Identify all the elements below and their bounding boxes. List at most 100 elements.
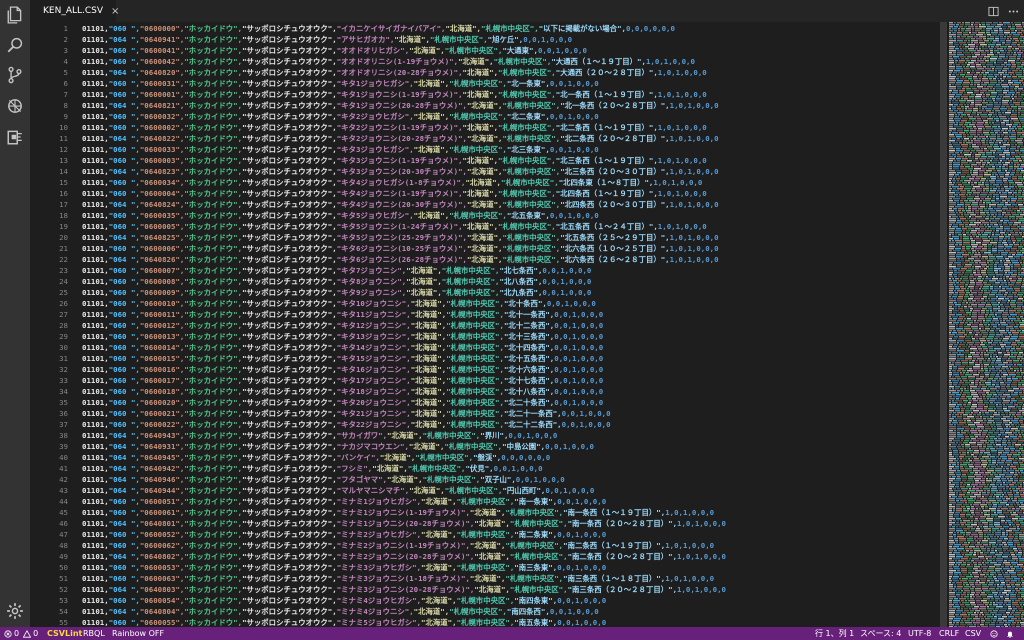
minimap-stroke: [1009, 414, 1011, 416]
csv-field: "キタ14ジョウニシ",: [336, 343, 411, 352]
minimap-stroke: [989, 172, 991, 174]
csv-field: "ホッカイドウ",: [184, 299, 243, 308]
csv-field: 0,0,1,0,0,0: [557, 530, 607, 539]
minimap-stroke: [1006, 78, 1012, 80]
minimap-stroke: [976, 418, 982, 420]
minimap-stroke: [979, 578, 986, 580]
minimap-stroke: [1016, 554, 1022, 556]
minimap-stroke: [984, 150, 989, 152]
minimap-stroke: [987, 138, 989, 140]
csv-field: 01101,: [82, 156, 109, 165]
minimap-stroke: [1016, 92, 1020, 94]
minimap-stroke: [955, 364, 961, 366]
minimap-stroke: [959, 526, 966, 528]
minimap-stroke: [966, 270, 972, 272]
minimap-stroke: [949, 280, 952, 282]
minimap-stroke: [1008, 62, 1010, 64]
source-control-icon[interactable]: [4, 64, 26, 86]
minimap-stroke: [949, 94, 955, 96]
minimap-stroke: [1002, 286, 1009, 288]
minimap-stroke: [965, 156, 967, 158]
minimap-stroke: [954, 22, 956, 24]
minimap-stroke: [988, 156, 995, 158]
minimap-stroke: [997, 350, 1000, 352]
minimap-stroke: [982, 494, 989, 496]
minimap[interactable]: [940, 22, 1024, 627]
minimap-stroke: [969, 278, 972, 280]
minimap-stroke: [969, 470, 972, 472]
csv-field: "札幌市中央区",: [501, 178, 559, 187]
minimap-stroke: [971, 392, 977, 394]
minimap-stroke: [952, 380, 959, 382]
debug-icon[interactable]: [4, 95, 26, 117]
minimap-stroke: [978, 182, 981, 184]
csv-field: "0600008",: [139, 277, 185, 286]
minimap-stroke: [999, 544, 1003, 546]
minimap-stroke: [1017, 58, 1020, 60]
minimap-stroke: [1020, 250, 1024, 252]
close-icon[interactable]: ×: [111, 6, 119, 17]
minimap-stroke: [987, 260, 993, 262]
minimap-stroke: [995, 26, 1001, 28]
minimap-stroke: [970, 34, 975, 36]
csv-field: "北海道",: [469, 574, 506, 583]
minimap-stroke: [1014, 122, 1020, 124]
minimap-stroke: [996, 602, 1003, 604]
explorer-icon[interactable]: [4, 4, 26, 26]
minimap-stroke: [962, 352, 969, 354]
minimap-stroke: [1000, 96, 1002, 98]
minimap-stroke: [1004, 256, 1007, 258]
minimap-stroke: [1007, 478, 1009, 480]
minimap-stroke: [968, 490, 975, 492]
minimap-stroke: [949, 520, 952, 522]
minimap-stroke: [966, 534, 970, 536]
minimap-stroke: [995, 312, 1002, 314]
minimap-stroke: [989, 300, 995, 302]
csv-line: 28 01101,"060 ","0600012","ホッカイドウ","サッポロシ…: [30, 320, 930, 331]
csv-field: "060 ",: [108, 321, 140, 330]
minimap-stroke: [975, 196, 979, 198]
minimap-stroke: [961, 470, 968, 472]
minimap-stroke: [1006, 368, 1009, 370]
minimap-stroke: [1003, 28, 1006, 30]
minimap-stroke: [949, 410, 954, 412]
minimap-slider[interactable]: [940, 22, 947, 627]
minimap-stroke: [971, 218, 976, 220]
csv-field: "060 ",: [108, 46, 140, 55]
minimap-stroke: [976, 580, 980, 582]
minimap-stroke: [986, 190, 989, 192]
minimap-stroke: [1018, 460, 1021, 462]
minimap-stroke: [953, 166, 959, 168]
csv-field: "ミナミ1ジョウニシ(1-19チョウメ)",: [336, 508, 470, 517]
minimap-stroke: [981, 264, 987, 266]
minimap-stroke: [962, 364, 968, 366]
minimap-stroke: [974, 254, 981, 256]
extensions-icon[interactable]: [4, 126, 26, 148]
editor[interactable]: 1 01101,"060 ","0600000","ホッカイドウ","サッポロシチ…: [30, 22, 940, 627]
more-actions-icon[interactable]: [1006, 4, 1020, 18]
minimap-stroke: [954, 538, 958, 540]
csv-field: "札幌市中央区",: [449, 211, 507, 220]
settings-icon[interactable]: [4, 600, 26, 622]
minimap-stroke: [968, 570, 974, 572]
minimap-stroke: [972, 398, 976, 400]
minimap-stroke: [1010, 504, 1013, 506]
csv-record: 01101,"060 ","0600062","ホッカイドウ","サッポロシチュ…: [82, 540, 714, 551]
minimap-stroke: [1015, 612, 1021, 614]
minimap-stroke: [1015, 140, 1022, 142]
minimap-stroke: [960, 200, 963, 202]
minimap-stroke: [959, 244, 962, 246]
search-icon[interactable]: [4, 34, 26, 56]
tab-ken-all-csv[interactable]: KEN_ALL.CSV ×: [30, 0, 119, 22]
minimap-stroke: [1013, 242, 1015, 244]
minimap-stroke: [960, 356, 964, 358]
minimap-stroke: [949, 260, 956, 262]
minimap-stroke: [966, 576, 973, 578]
minimap-stroke: [973, 568, 978, 570]
split-editor-icon[interactable]: [986, 4, 1000, 18]
csv-field: "ホッカイドウ",: [184, 563, 243, 572]
csv-field: "ホッカイドウ",: [184, 255, 243, 264]
minimap-stroke: [1019, 296, 1022, 298]
minimap-stroke: [979, 110, 985, 112]
csv-record: 01101,"060 ","0600002","ホッカイドウ","サッポロシチュ…: [82, 122, 707, 133]
